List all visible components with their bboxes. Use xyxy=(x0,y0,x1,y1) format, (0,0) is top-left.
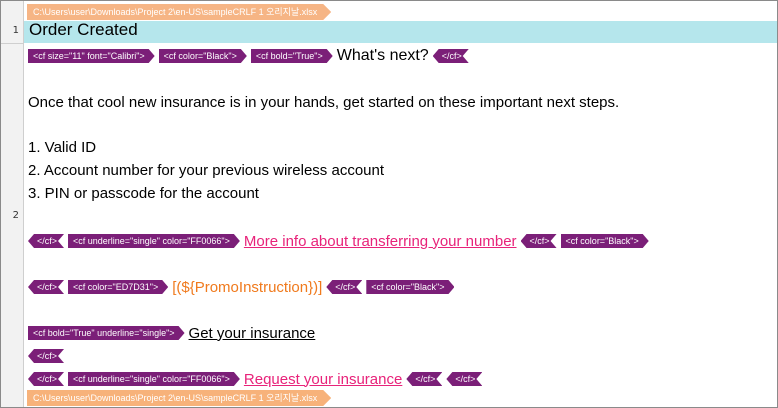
cf-tag-color-orange[interactable]: <cf color="ED7D31"> xyxy=(68,280,168,294)
row-number-1: 1 xyxy=(12,25,19,36)
cf-close-tag[interactable]: </cf> xyxy=(433,49,469,63)
line-gutter xyxy=(1,1,24,407)
get-insurance-text: Get your insurance xyxy=(188,324,316,342)
cf-tag-underline-ff0066[interactable]: <cf underline="single" color="FF0066"> xyxy=(68,234,240,248)
segment-get-insurance: <cf bold="True" underline="single"> Get … xyxy=(28,322,319,344)
cf-tag-color-black[interactable]: <cf color="Black"> xyxy=(366,280,454,294)
segment-close: </cf> xyxy=(28,345,68,367)
list-item: 2. Account number for your previous wire… xyxy=(28,159,388,181)
list-item-text: 3. PIN or passcode for the account xyxy=(28,184,259,202)
cf-close-tag[interactable]: </cf> xyxy=(406,372,442,386)
more-info-link-text: More info about transferring your number xyxy=(243,232,517,250)
cf-close-tag[interactable]: </cf> xyxy=(446,372,482,386)
cf-tag-bold-underline[interactable]: <cf bold="True" underline="single"> xyxy=(28,326,185,340)
file-path-tag-bottom: C:\Users\user\Downloads\Project 2\en-US\… xyxy=(27,390,331,406)
segment-promo: </cf> <cf color="ED7D31"> [(${PromoInstr… xyxy=(28,276,458,298)
cf-tag-underline-ff0066[interactable]: <cf underline="single" color="FF0066"> xyxy=(68,372,240,386)
cf-tag-bold[interactable]: <cf bold="True"> xyxy=(251,49,333,63)
cf-tag-color-black[interactable]: <cf color="Black"> xyxy=(561,234,649,248)
list-item-text: 1. Valid ID xyxy=(28,138,97,156)
intro-text: Once that cool new insurance is in your … xyxy=(28,93,620,111)
whats-next-text: What's next? xyxy=(336,47,429,64)
cf-close-tag[interactable]: </cf> xyxy=(28,234,64,248)
cf-close-tag[interactable]: </cf> xyxy=(28,372,64,386)
row-number-2: 2 xyxy=(12,210,19,221)
segment-request-insurance: </cf> <cf underline="single" color="FF00… xyxy=(28,368,486,390)
request-insurance-link-text: Request your insurance xyxy=(243,370,403,388)
segment-more-info: </cf> <cf underline="single" color="FF00… xyxy=(28,230,653,252)
cf-tag-color-black[interactable]: <cf color="Black"> xyxy=(159,49,247,63)
cf-close-tag[interactable]: </cf> xyxy=(28,280,64,294)
list-item: 1. Valid ID xyxy=(28,136,100,158)
gutter-separator xyxy=(1,43,23,44)
cf-tag-size-font[interactable]: <cf size="11" font="Calibri"> xyxy=(28,49,155,63)
row-title: Order Created xyxy=(29,20,138,39)
list-item-text: 2. Account number for your previous wire… xyxy=(28,161,385,179)
list-item: 3. PIN or passcode for the account xyxy=(28,182,263,204)
segment-intro: Once that cool new insurance is in your … xyxy=(28,91,623,113)
cf-close-tag[interactable]: </cf> xyxy=(326,280,362,294)
editor-frame: C:\Users\user\Downloads\Project 2\en-US\… xyxy=(0,0,778,408)
cf-close-tag[interactable]: </cf> xyxy=(521,234,557,248)
promo-instruction-text: [(${PromoInstruction})] xyxy=(172,278,323,296)
cf-close-tag[interactable]: </cf> xyxy=(28,349,64,363)
segment-whats-next: <cf size="11" font="Calibri"> <cf color=… xyxy=(28,45,473,67)
file-path-tag-top: C:\Users\user\Downloads\Project 2\en-US\… xyxy=(27,4,331,20)
